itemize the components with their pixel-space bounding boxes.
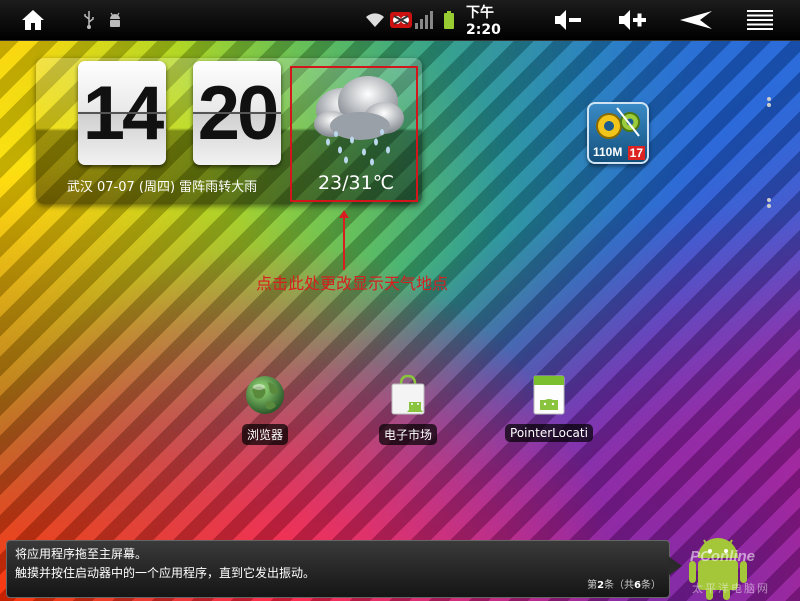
page-prefix: 第 xyxy=(587,580,598,591)
hint-pointer xyxy=(668,556,682,576)
debug-icon xyxy=(105,0,125,40)
watermark-brand: PConline xyxy=(690,548,756,565)
gear-icon xyxy=(596,107,640,139)
memory-label: 110M xyxy=(593,145,623,159)
annotation-arrow-icon xyxy=(339,210,349,270)
weather-date-location: 武汉 07-07 (周四) 雷阵雨转大雨 xyxy=(66,180,258,195)
back-icon[interactable] xyxy=(676,0,716,40)
status-clock: 下午 2:20 xyxy=(466,5,501,38)
market-bag-icon xyxy=(391,374,425,415)
page-indicator-dots-2 xyxy=(767,196,773,210)
hint-line-2: 触摸并按住启动器中的一个应用程序，直到它发出振动。 xyxy=(15,566,316,580)
page-total: 6 xyxy=(634,580,641,591)
usb-icon xyxy=(80,0,98,40)
temperature-range: 23/31℃ xyxy=(317,172,395,194)
clock-minutes: 20 xyxy=(193,61,281,165)
tutorial-hint-panel: 将应用程序拖至主屏幕。 触摸并按住启动器中的一个应用程序，直到它发出振动。 第2… xyxy=(6,540,670,598)
hint-line-1: 将应用程序拖至主屏幕。 xyxy=(15,547,148,561)
signal-icon xyxy=(414,0,434,40)
annotation-text: 点击此处更改显示天气地点 xyxy=(256,274,449,293)
app-label: 电子市场 xyxy=(378,424,437,445)
home-icon[interactable] xyxy=(18,0,48,40)
app-label: PointerLocati xyxy=(505,424,593,442)
page-current: 2 xyxy=(597,580,605,591)
status-bar: 下午 2:20 xyxy=(0,0,800,41)
app-market[interactable]: 电子市场 xyxy=(353,374,463,449)
battery-icon xyxy=(442,0,456,40)
page-mid: 条（共 xyxy=(604,580,635,591)
task-manager-shortcut[interactable]: 110M 17 xyxy=(587,102,649,164)
app-browser[interactable]: 浏览器 xyxy=(210,374,320,449)
clock-weather-widget[interactable]: 14 20 武汉 07-07 (周四) 雷阵雨转大雨 23/31℃ xyxy=(36,58,422,204)
hint-pagination[interactable]: 第2条（共6条） xyxy=(587,576,661,595)
process-count: 17 xyxy=(627,146,645,160)
weather-location-button[interactable]: 23/31℃ xyxy=(290,66,418,202)
page-suffix: 条） xyxy=(641,580,661,591)
volume-down-icon[interactable] xyxy=(550,0,586,40)
clock-hours: 14 xyxy=(78,61,166,165)
watermark-sub: 太平洋电脑网 xyxy=(692,582,770,595)
app-pointer-location[interactable]: PointerLocati xyxy=(494,374,604,446)
app-label: 浏览器 xyxy=(241,424,288,445)
android-app-icon xyxy=(533,375,565,415)
alert-icon xyxy=(389,0,413,40)
wifi-icon xyxy=(364,0,386,40)
menu-icon[interactable] xyxy=(745,0,775,40)
globe-icon xyxy=(246,376,284,414)
volume-up-icon[interactable] xyxy=(615,0,651,40)
rain-cloud-icon xyxy=(314,76,404,166)
page-indicator-dots-1 xyxy=(767,95,773,109)
